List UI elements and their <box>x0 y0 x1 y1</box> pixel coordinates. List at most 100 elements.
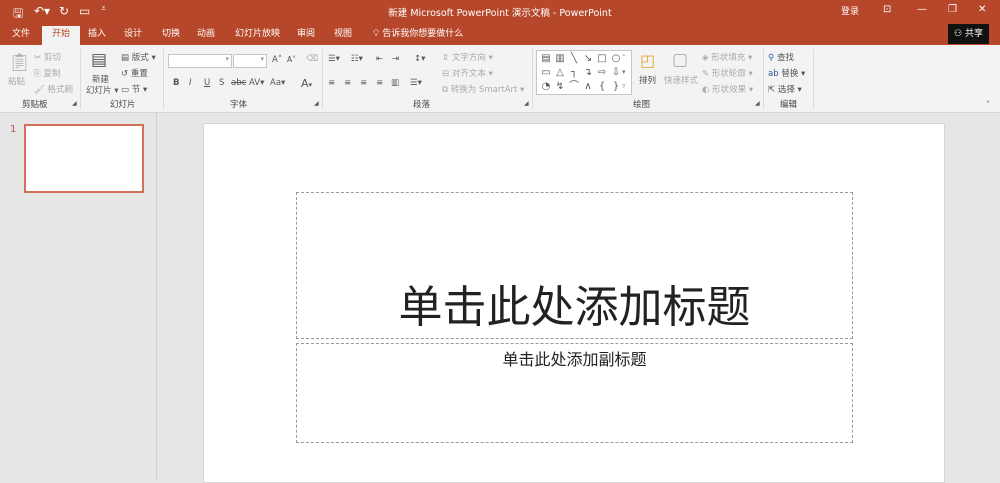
shape-option[interactable]: ╲ <box>567 52 581 66</box>
increase-indent-button[interactable]: ⇥ <box>392 54 399 64</box>
tab-animations[interactable]: 动画 <box>190 26 222 45</box>
shape-option[interactable]: ┐ <box>567 66 581 80</box>
tab-home[interactable]: 开始 <box>42 26 81 45</box>
reset-button[interactable]: ↺ 重置 <box>121 67 148 79</box>
replace-button[interactable]: ab 替换 ▾ <box>768 67 805 79</box>
gallery-scroll[interactable]: ˄ ▾ ▿ <box>622 51 626 93</box>
align-left-button[interactable]: ≡ <box>328 78 335 88</box>
bold-button[interactable]: B <box>173 78 179 88</box>
group-label-editing: 编辑 <box>780 100 798 110</box>
shape-effects-button[interactable]: ◐ 形状效果 ▾ <box>702 83 753 95</box>
tab-view[interactable]: 视图 <box>327 26 359 45</box>
shape-option[interactable]: ◔ <box>539 80 553 94</box>
title-bar: 🖫 ↶▾ ↻ ▭ ⩡ 新建 Microsoft PowerPoint 演示文稿 … <box>0 0 1000 45</box>
align-center-button[interactable]: ≡ <box>344 78 351 88</box>
align-text-button[interactable]: ⊟ 对齐文本 ▾ <box>442 67 493 79</box>
slide-thumbnail[interactable] <box>24 124 144 193</box>
subtitle-placeholder[interactable]: 单击此处添加副标题 <box>296 343 853 443</box>
new-slide-icon[interactable]: ▤ <box>91 50 107 70</box>
italic-button[interactable]: I <box>189 78 192 88</box>
shapes-gallery: ▤ ▥ ╲ ↘ □ ○ ▭ △ ┐ ↴ ⇨ ⇩ ◔ ↯ ⌒ ∧{} <box>536 50 632 95</box>
quick-styles-icon[interactable]: ▢ <box>672 50 688 70</box>
collapse-ribbon-icon[interactable]: ˄ <box>986 100 990 109</box>
arrange-icon[interactable]: ◰ <box>640 51 655 70</box>
cut-button[interactable]: ✂ 剪切 <box>34 51 61 63</box>
font-color-button[interactable]: A▾ <box>301 77 312 90</box>
dialog-launcher-icon[interactable]: ◢ <box>72 100 77 107</box>
shape-option[interactable]: ↯ <box>553 80 567 94</box>
select-button[interactable]: ⇱ 选择 ▾ <box>768 83 802 95</box>
divider <box>163 49 164 109</box>
paste-icon[interactable]: 📋︎ <box>8 52 31 73</box>
columns-button[interactable]: ▥ <box>391 78 399 88</box>
shape-option[interactable]: ▥ <box>553 52 567 66</box>
divider <box>322 49 323 109</box>
shape-option[interactable]: ⌒ <box>567 80 581 94</box>
divider <box>813 49 814 109</box>
shape-option[interactable]: ▤ <box>539 52 553 66</box>
minimize-icon[interactable]: — <box>917 4 927 15</box>
clear-formatting-icon[interactable]: ⌫ <box>306 54 318 64</box>
login-link[interactable]: 登录 <box>841 4 859 17</box>
line-spacing-button[interactable]: ↕▾ <box>414 54 425 64</box>
shape-option[interactable]: ⇨ <box>595 66 609 80</box>
underline-button[interactable]: U <box>204 78 210 88</box>
section-button[interactable]: ▭ 节 ▾ <box>121 83 147 95</box>
tab-transitions[interactable]: 切换 <box>155 26 187 45</box>
share-button[interactable]: ⚇ 共享 <box>948 24 989 44</box>
tab-review[interactable]: 审阅 <box>290 26 322 45</box>
tab-insert[interactable]: 插入 <box>81 26 113 45</box>
bullets-button[interactable]: ☰▾ <box>328 54 340 64</box>
divider <box>80 49 81 109</box>
title-placeholder[interactable]: 单击此处添加标题 <box>296 192 853 339</box>
shape-option[interactable]: ⇩ <box>609 66 623 80</box>
shape-outline-button[interactable]: ✎ 形状轮廓 ▾ <box>702 67 753 79</box>
shape-option[interactable]: △ <box>553 66 567 80</box>
font-size-select[interactable]: ▾ <box>233 54 267 68</box>
convert-smartart-button[interactable]: ⧉ 转换为 SmartArt ▾ <box>442 83 524 95</box>
arrange-button[interactable]: 排列 <box>639 74 656 86</box>
character-spacing-button[interactable]: AV▾ <box>249 78 264 88</box>
tell-me-box[interactable]: 💡︎ 告诉我你想要做什么 <box>366 26 470 45</box>
shrink-font-button[interactable]: A˅ <box>287 55 296 64</box>
dialog-launcher-icon[interactable]: ◢ <box>314 100 319 107</box>
justify-button[interactable]: ≡ <box>376 78 383 88</box>
shape-option[interactable]: ○ <box>609 52 623 66</box>
strikethrough-button[interactable]: abc <box>231 78 246 88</box>
shape-option[interactable]: ▭ <box>539 66 553 80</box>
group-label-clipboard: 剪贴板 <box>22 100 48 110</box>
align-right-button[interactable]: ≡ <box>360 78 367 88</box>
quick-styles-button[interactable]: 快速样式 <box>664 74 698 86</box>
tab-slideshow[interactable]: 幻灯片放映 <box>228 26 287 45</box>
shape-option[interactable]: ∧ <box>581 80 595 94</box>
close-icon[interactable]: ✕ <box>978 4 986 15</box>
group-label-drawing: 绘图 <box>633 100 651 110</box>
format-painter-button[interactable]: 🖌︎ 格式刷 <box>34 83 73 95</box>
shadow-button[interactable]: S <box>219 78 224 88</box>
shape-option[interactable]: □ <box>595 52 609 66</box>
dialog-launcher-icon[interactable]: ◢ <box>524 100 529 107</box>
ribbon-display-options-icon[interactable]: ⊡ <box>883 4 891 15</box>
text-direction-button[interactable]: ⇕ 文字方向 ▾ <box>442 51 493 63</box>
restore-icon[interactable]: ❐ <box>948 4 957 15</box>
new-slide-dropdown[interactable]: 幻灯片 ▾ <box>86 84 118 96</box>
shape-option[interactable]: } <box>609 80 623 94</box>
shape-option[interactable]: ↘ <box>581 52 595 66</box>
layout-button[interactable]: ▤ 版式 ▾ <box>121 51 156 63</box>
divider <box>763 49 764 109</box>
numbering-button[interactable]: ☷▾ <box>351 54 363 64</box>
shape-option[interactable]: { <box>595 80 609 94</box>
decrease-indent-button[interactable]: ⇤ <box>376 54 383 64</box>
tab-design[interactable]: 设计 <box>117 26 149 45</box>
tab-file[interactable]: 文件 <box>5 26 37 45</box>
paste-button[interactable]: 粘贴 <box>8 75 25 87</box>
distributed-button[interactable]: ☰▾ <box>410 78 422 88</box>
shape-option[interactable]: ↴ <box>581 66 595 80</box>
find-button[interactable]: ⚲ 查找 <box>768 51 794 63</box>
grow-font-button[interactable]: A˄ <box>272 55 282 65</box>
change-case-button[interactable]: Aa▾ <box>270 78 285 88</box>
shape-fill-button[interactable]: ◈ 形状填充 ▾ <box>702 51 752 63</box>
font-name-select[interactable]: ▾ <box>168 54 232 68</box>
copy-button[interactable]: ⎘ 复制 <box>34 67 61 79</box>
dialog-launcher-icon[interactable]: ◢ <box>755 100 760 107</box>
